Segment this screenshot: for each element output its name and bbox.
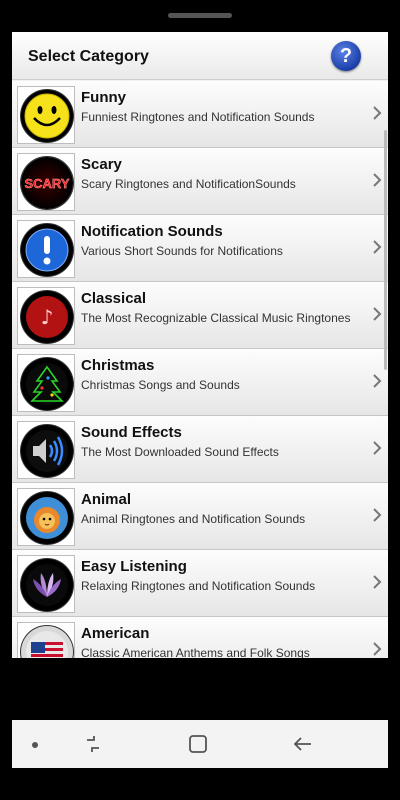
- category-title: Christmas: [81, 357, 155, 374]
- svg-text:SCARY: SCARY: [24, 176, 69, 191]
- category-title: Scary: [81, 156, 122, 173]
- lion-icon: [17, 488, 75, 546]
- chevron-right-icon: [373, 106, 382, 120]
- chevron-right-icon: [373, 441, 382, 455]
- category-title: American: [81, 625, 150, 642]
- category-item-american[interactable]: American Classic American Anthems and Fo…: [12, 617, 388, 658]
- exclamation-icon: [17, 220, 75, 278]
- category-subtitle: Relaxing Ringtones and Notification Soun…: [81, 579, 316, 593]
- category-list: Funny Funniest Ringtones and Notificatio…: [12, 81, 388, 658]
- category-item-animal[interactable]: Animal Animal Ringtones and Notification…: [12, 483, 388, 550]
- speaker-grille: [168, 13, 232, 18]
- category-title: Notification Sounds: [81, 223, 223, 240]
- chevron-right-icon: [373, 374, 382, 388]
- category-title: Classical: [81, 290, 147, 307]
- category-item-funny[interactable]: Funny Funniest Ringtones and Notificatio…: [12, 81, 388, 148]
- chevron-right-icon: [373, 642, 382, 656]
- category-title: Animal: [81, 491, 132, 508]
- category-subtitle: The Most Recognizable Classical Music Ri…: [81, 311, 351, 325]
- app-screen: Select Category ? Funny Funniest Rington…: [12, 32, 388, 658]
- chevron-right-icon: [373, 307, 382, 321]
- svg-text:♪: ♪: [41, 305, 54, 329]
- category-subtitle: Various Short Sounds for Notifications: [81, 244, 283, 258]
- category-subtitle: Christmas Songs and Sounds: [81, 378, 240, 392]
- music-note-icon: ♪: [17, 287, 75, 345]
- app-header: Select Category ?: [12, 32, 388, 80]
- chevron-right-icon: [373, 508, 382, 522]
- category-item-easy-listening[interactable]: Easy Listening Relaxing Ringtones and No…: [12, 550, 388, 617]
- category-item-christmas[interactable]: Christmas Christmas Songs and Sounds: [12, 349, 388, 416]
- chevron-right-icon: [373, 240, 382, 254]
- list-scrollbar[interactable]: [384, 130, 387, 370]
- back-icon[interactable]: [292, 734, 314, 754]
- christmas-tree-icon: [17, 354, 75, 412]
- page-title: Select Category: [28, 48, 149, 65]
- category-title: Sound Effects: [81, 424, 182, 441]
- category-item-sound-effects[interactable]: Sound Effects The Most Downloaded Sound …: [12, 416, 388, 483]
- category-subtitle: Funniest Ringtones and Notification Soun…: [81, 110, 315, 124]
- recent-apps-icon[interactable]: [82, 734, 104, 754]
- home-icon[interactable]: [187, 734, 209, 754]
- category-item-notification-sounds[interactable]: Notification Sounds Various Short Sounds…: [12, 215, 388, 282]
- flower-icon: [17, 555, 75, 613]
- us-flag-icon: [17, 622, 75, 658]
- speaker-icon: [17, 421, 75, 479]
- scary-text-icon: SCARY: [17, 153, 75, 211]
- category-title: Funny: [81, 89, 126, 106]
- chevron-right-icon: [373, 575, 382, 589]
- system-navigation-bar: [12, 720, 388, 768]
- category-title: Easy Listening: [81, 558, 187, 575]
- chevron-right-icon: [373, 173, 382, 187]
- phone-frame: Select Category ? Funny Funniest Rington…: [0, 0, 400, 800]
- category-subtitle: Classic American Anthems and Folk Songs: [81, 646, 310, 658]
- question-mark-icon[interactable]: ?: [331, 41, 361, 71]
- dot-icon[interactable]: [32, 742, 38, 748]
- smiley-face-icon: [17, 86, 75, 144]
- background-area: [0, 660, 400, 720]
- category-subtitle: Scary Ringtones and NotificationSounds: [81, 177, 296, 191]
- category-item-classical[interactable]: ♪ Classical The Most Recognizable Classi…: [12, 282, 388, 349]
- category-subtitle: The Most Downloaded Sound Effects: [81, 445, 279, 459]
- category-item-scary[interactable]: SCARY Scary Scary Ringtones and Notifica…: [12, 148, 388, 215]
- category-subtitle: Animal Ringtones and Notification Sounds: [81, 512, 306, 526]
